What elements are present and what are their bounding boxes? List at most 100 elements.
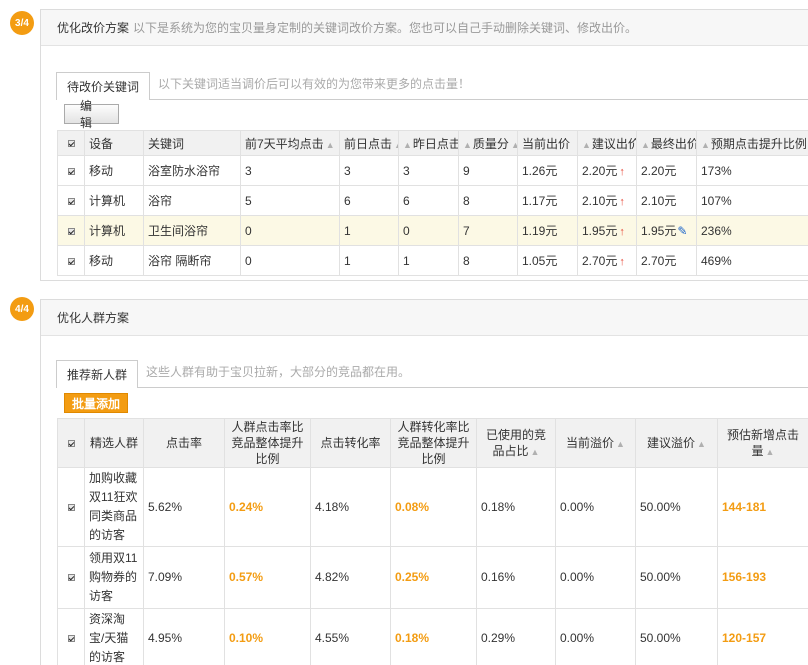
col-avg7-label: 前7天平均点击	[245, 136, 324, 151]
sort-arrow-icon[interactable]: ▲	[511, 140, 517, 150]
col-est-label: 预估新增点击量	[726, 427, 799, 458]
cell-lift: 173%	[696, 155, 808, 186]
sort-arrow-icon[interactable]: ▲	[326, 140, 335, 150]
table-row[interactable]: 领用双11购物券的访客 7.09% 0.57% 4.82% 0.25% 0.16…	[57, 546, 808, 609]
col-yesterday[interactable]: ▲昨日点击	[398, 130, 459, 156]
table-row[interactable]: 移动 浴帘 隔断帘 0 1 1 8 1.05元 2.70元 ↑ 2.70元 469…	[57, 245, 808, 276]
col-quality-label: 质量分	[472, 136, 509, 151]
cell-final[interactable]: 1.95元✎	[636, 215, 697, 246]
pencil-icon[interactable]: ✎	[677, 224, 687, 238]
sort-arrow-icon[interactable]: ▲	[582, 140, 591, 150]
suggest-value: 2.10元	[582, 194, 618, 208]
cell-current: 1.05元	[517, 245, 578, 276]
cell-ctr: 5.62%	[143, 467, 225, 547]
cell-suggest: 2.10元 ↑	[577, 185, 637, 216]
cell-est-clicks: 120-157	[717, 608, 808, 665]
cell-final[interactable]: 2.20元	[636, 155, 697, 186]
cell-keyword: 卫生间浴帘	[143, 215, 241, 246]
checkbox-checked-icon[interactable]	[67, 440, 75, 448]
checkbox-checked-icon[interactable]	[67, 197, 75, 205]
row-checkbox[interactable]	[57, 155, 85, 186]
checkbox-checked-icon[interactable]	[67, 574, 75, 582]
cell-cvr: 4.55%	[310, 608, 391, 665]
cell-avg7: 5	[240, 185, 340, 216]
tab-hint: 以下关键词适当调价后可以有效的为您带来更多的点击量！	[158, 77, 471, 91]
up-arrow-icon: ↑	[619, 226, 625, 238]
cell-keyword: 浴帘 隔断帘	[143, 245, 241, 276]
tab-hint: 这些人群有助于宝贝拉新，大部分的竞品都在用。	[146, 365, 411, 379]
batch-add-button[interactable]: 批量添加	[64, 393, 129, 413]
cell-prev: 1	[339, 215, 399, 246]
col-final-bid[interactable]: ▲最终出价	[636, 130, 697, 156]
cell-suggest-premium: 50.00%	[635, 546, 718, 609]
table-row[interactable]: 计算机 浴帘 5 6 6 8 1.17元 2.10元 ↑ 2.10元 107%	[57, 185, 808, 216]
sort-arrow-icon[interactable]: ▲	[531, 447, 540, 457]
tab-recommended-audience[interactable]: 推荐新人群	[56, 360, 139, 388]
tab-pending-keywords[interactable]: 待改价关键词	[56, 72, 151, 100]
cell-current: 1.26元	[517, 155, 578, 186]
cell-final[interactable]: 2.10元	[636, 185, 697, 216]
col-suggest-bid[interactable]: ▲建议出价	[577, 130, 637, 156]
cell-suggest: 2.20元 ↑	[577, 155, 637, 186]
checkbox-checked-icon[interactable]	[67, 140, 75, 148]
col-keyword: 关键词	[143, 130, 241, 156]
select-all-cell[interactable]	[57, 418, 85, 468]
up-arrow-icon: ↑	[619, 166, 625, 178]
checkbox-checked-icon[interactable]	[67, 227, 75, 235]
table-row[interactable]: 移动 浴室防水浴帘 3 3 3 9 1.26元 2.20元 ↑ 2.20元 173…	[57, 155, 808, 186]
table-row[interactable]: 计算机 卫生间浴帘 0 1 0 7 1.19元 1.95元 ↑ 1.95元✎ 23…	[57, 215, 808, 246]
cell-cvr: 4.82%	[310, 546, 391, 609]
col-lift[interactable]: ▲预期点击提升比例	[696, 130, 808, 156]
col-share[interactable]: 已使用的竞品占比 ▲	[476, 418, 556, 468]
row-checkbox[interactable]	[57, 215, 85, 246]
col-ctr: 点击率	[143, 418, 225, 468]
row-checkbox[interactable]	[57, 608, 85, 665]
row-checkbox[interactable]	[57, 467, 85, 547]
cell-cvr-lift: 0.18%	[390, 608, 477, 665]
row-checkbox[interactable]	[57, 546, 85, 609]
edit-button[interactable]: 编辑	[64, 99, 119, 130]
col-ctr-lift: 人群点击率比竞品整体提升比例	[224, 418, 311, 468]
cell-current-premium: 0.00%	[555, 467, 636, 547]
cell-avg7: 0	[240, 245, 340, 276]
sort-arrow-icon[interactable]: ▲	[641, 140, 650, 150]
step-badge-3: 3/4	[10, 11, 34, 35]
checkbox-checked-icon[interactable]	[67, 503, 75, 511]
col-avg7[interactable]: 前7天平均点击 ▲	[240, 130, 340, 156]
col-suggest-label: 建议出价	[591, 136, 637, 151]
col-current-premium[interactable]: 当前溢价 ▲	[555, 418, 636, 468]
col-quality[interactable]: ▲质量分▲	[458, 130, 518, 156]
select-all-cell[interactable]	[57, 130, 85, 156]
col-final-label: 最终出价	[650, 136, 697, 151]
cell-share: 0.16%	[476, 546, 556, 609]
cell-group: 资深淘宝/天猫的访客	[84, 608, 144, 665]
checkbox-checked-icon[interactable]	[67, 167, 75, 175]
sort-arrow-icon[interactable]: ▲	[403, 140, 412, 150]
suggest-value: 1.95元	[582, 224, 618, 238]
cell-est-clicks: 144-181	[717, 467, 808, 547]
sort-arrow-icon[interactable]: ▲	[463, 140, 472, 150]
cell-suggest-premium: 50.00%	[635, 608, 718, 665]
cell-group: 领用双11购物券的访客	[84, 546, 144, 609]
cell-lift: 236%	[696, 215, 808, 246]
sort-arrow-icon[interactable]: ▲	[616, 439, 625, 449]
checkbox-checked-icon[interactable]	[67, 257, 75, 265]
checkbox-checked-icon[interactable]	[67, 635, 75, 643]
sort-arrow-icon[interactable]: ▲	[701, 140, 710, 150]
table-row[interactable]: 资深淘宝/天猫的访客 4.95% 0.10% 4.55% 0.18% 0.29%…	[57, 608, 808, 665]
sort-arrow-icon[interactable]: ▲	[766, 447, 775, 457]
col-current-bid: 当前出价	[517, 130, 578, 156]
cell-prev: 3	[339, 155, 399, 186]
row-checkbox[interactable]	[57, 245, 85, 276]
cell-final[interactable]: 2.70元	[636, 245, 697, 276]
sort-arrow-icon[interactable]: ▲	[394, 140, 397, 150]
sort-arrow-icon[interactable]: ▲	[697, 439, 706, 449]
col-est-clicks[interactable]: 预估新增点击量 ▲	[717, 418, 808, 468]
col-suggest-premium[interactable]: 建议溢价 ▲	[635, 418, 718, 468]
section-header: 优化改价方案 以下是系统为您的宝贝量身定制的关键词改价方案。您也可以自己手动删除…	[41, 10, 808, 46]
table-row[interactable]: 加购收藏双11狂欢同类商品的访客 5.62% 0.24% 4.18% 0.08%…	[57, 467, 808, 547]
row-checkbox[interactable]	[57, 185, 85, 216]
cell-cvr-lift: 0.25%	[390, 546, 477, 609]
cell-current-premium: 0.00%	[555, 608, 636, 665]
col-prev-day[interactable]: 前日点击▲	[339, 130, 399, 156]
